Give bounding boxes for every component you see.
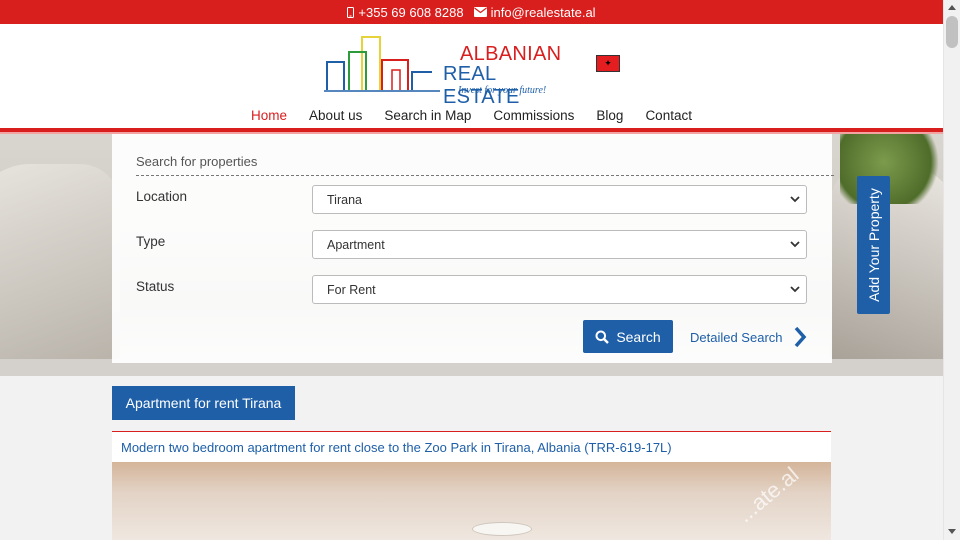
detailed-search-link[interactable]: Detailed Search	[690, 322, 807, 352]
buildings-logo-graphic	[324, 36, 440, 92]
nav-item-home[interactable]: Home	[251, 108, 287, 128]
nav-item-commissions[interactable]: Commissions	[493, 108, 574, 128]
scroll-up-arrow-icon[interactable]	[948, 5, 956, 10]
nav-item-contact[interactable]: Contact	[645, 108, 692, 128]
status-label: Status	[136, 279, 175, 294]
add-your-property-button[interactable]: Add Your Property	[857, 176, 890, 314]
property-search-panel: Search for properties Location Tirana Ty…	[112, 134, 834, 363]
search-icon	[595, 330, 610, 344]
status-select-value: For Rent	[327, 282, 376, 297]
site-header: ALBANIAN REAL ESTATE Invest for your fut…	[0, 24, 943, 128]
phone-contact[interactable]: +355 69 608 8288	[347, 4, 464, 20]
location-label: Location	[136, 189, 188, 204]
envelope-icon	[473, 7, 487, 17]
site-logo[interactable]: ALBANIAN REAL ESTATE Invest for your fut…	[322, 32, 576, 108]
chevron-right-icon	[794, 326, 806, 348]
scrollbar-thumb[interactable]	[946, 16, 958, 48]
detailed-search-label: Detailed Search	[690, 329, 783, 345]
nav-item-blog[interactable]: Blog	[596, 108, 623, 128]
type-label: Type	[136, 234, 166, 249]
listing-title-link[interactable]: Modern two bedroom apartment for rent cl…	[112, 431, 831, 462]
location-select-value: Tirana	[327, 192, 362, 207]
type-select[interactable]: Apartment	[312, 230, 807, 259]
type-select-value: Apartment	[327, 237, 385, 252]
search-panel-title: Search for properties	[136, 154, 834, 176]
mobile-phone-icon	[347, 6, 355, 18]
listing-title: Modern two bedroom apartment for rent cl…	[121, 439, 672, 455]
search-button-label: Search	[616, 328, 661, 345]
albanian-flag-icon[interactable]: ✦	[596, 55, 620, 72]
page-scrollbar[interactable]	[943, 0, 960, 540]
chevron-down-icon	[790, 196, 800, 203]
category-button[interactable]: Apartment for rent Tirana	[112, 386, 295, 420]
search-button[interactable]: Search	[583, 320, 673, 353]
ceiling-lamp-decor	[472, 522, 532, 536]
nav-item-about-us[interactable]: About us	[309, 108, 362, 128]
logo-tagline: Invest for your future!	[458, 85, 547, 96]
email-contact[interactable]: info@realestate.al	[473, 4, 596, 20]
plant-decor	[840, 134, 943, 204]
email-address: info@realestate.al	[490, 4, 596, 20]
status-select[interactable]: For Rent	[312, 275, 807, 304]
phone-number: +355 69 608 8288	[358, 4, 464, 20]
top-contact-bar: +355 69 608 8288 info@realestate.al	[0, 0, 943, 24]
location-select[interactable]: Tirana	[312, 185, 807, 214]
sofa-left-decor	[0, 164, 120, 364]
listing-photo[interactable]: ...ate.al	[112, 462, 831, 540]
add-property-label: Add Your Property	[865, 188, 882, 302]
main-nav: Home About us Search in Map Commissions Blog…	[0, 108, 943, 128]
scroll-down-arrow-icon[interactable]	[948, 529, 956, 534]
nav-item-search-in-map[interactable]: Search in Map	[384, 108, 471, 128]
chevron-down-icon	[790, 241, 800, 248]
chevron-down-icon	[790, 286, 800, 293]
photo-watermark: ...ate.al	[732, 462, 804, 528]
